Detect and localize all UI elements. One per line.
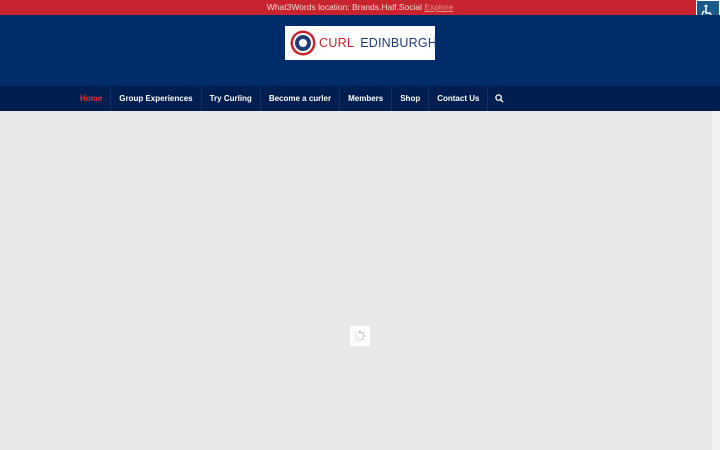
site-header: CURL EDINBURGH xyxy=(0,15,720,86)
nav-item-become-a-curler[interactable]: Become a curler xyxy=(261,86,341,111)
main-content xyxy=(0,111,712,450)
logo-curl-text: CURL xyxy=(319,36,355,50)
page-scrollbar[interactable] xyxy=(712,111,720,450)
search-icon xyxy=(495,94,504,103)
nav-item-contact-us[interactable]: Contact Us xyxy=(429,86,489,111)
search-button[interactable] xyxy=(488,86,510,111)
nav-item-shop[interactable]: Shop xyxy=(392,86,430,111)
curling-target-icon xyxy=(290,30,316,56)
nav-item-try-curling[interactable]: Try Curling xyxy=(202,86,261,111)
site-logo[interactable]: CURL EDINBURGH xyxy=(285,26,438,60)
announcement-text: What3Words location: Brands.Half.Social xyxy=(266,2,423,12)
main-navigation: Home Group Experiences Try Curling Becom… xyxy=(0,86,720,111)
nav-item-group-experiences[interactable]: Group Experiences xyxy=(111,86,202,111)
spinner-icon xyxy=(354,330,366,342)
nav-item-home[interactable]: Home xyxy=(72,86,112,111)
logo-edinburgh-text: EDINBURGH xyxy=(360,36,438,50)
announcement-link[interactable]: Explore xyxy=(424,2,453,12)
loading-indicator xyxy=(350,326,370,346)
nav-item-members[interactable]: Members xyxy=(340,86,393,111)
announcement-bar: What3Words location: Brands.Half.Social … xyxy=(0,0,720,15)
